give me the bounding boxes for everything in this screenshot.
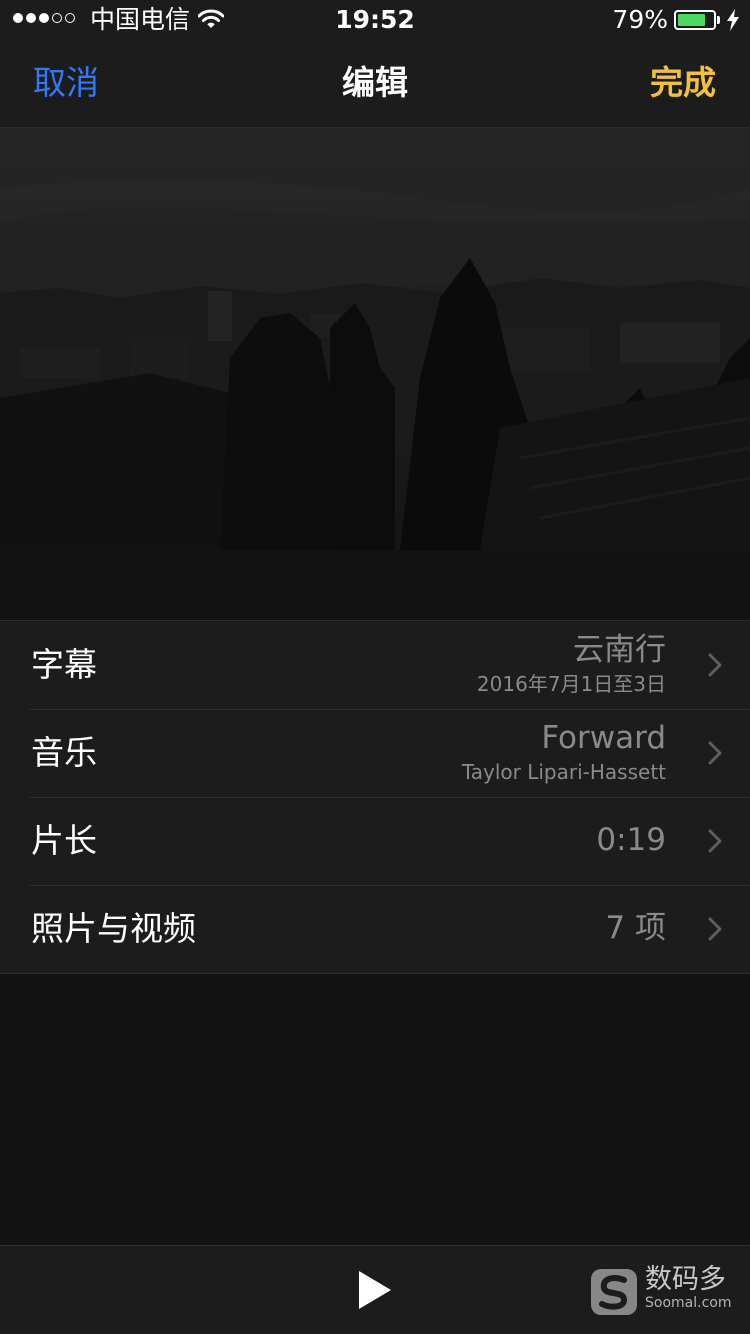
row-subtitle: Taylor Lipari-Hassett [461, 760, 666, 784]
charging-bolt-icon [726, 9, 740, 35]
chevron-right-icon [708, 829, 722, 857]
watermark: 数码多 Soomal.com [590, 1264, 740, 1320]
play-icon[interactable] [357, 1270, 393, 1310]
battery-icon [674, 10, 716, 30]
chevron-right-icon [708, 917, 722, 945]
chevron-right-icon [708, 741, 722, 769]
battery-percentage: 79% [612, 5, 668, 34]
watermark-site: Soomal.com [645, 1295, 732, 1311]
list-item-music[interactable]: 音乐 Forward Taylor Lipari-Hassett [0, 709, 750, 797]
row-value: 7 项 [605, 910, 666, 946]
battery-level-fill [678, 14, 705, 26]
list-item-title[interactable]: 字幕 云南行 2016年7月1日至3日 [0, 621, 750, 709]
battery-tip [717, 16, 720, 24]
row-label: 音乐 [31, 733, 97, 772]
row-value: 0:19 [596, 822, 666, 858]
navigation-bar: 取消 编辑 完成 [0, 40, 750, 128]
row-value: 云南行 [573, 632, 666, 668]
edit-options-list: 字幕 云南行 2016年7月1日至3日 音乐 Forward Taylor Li… [0, 620, 750, 974]
watermark-logo-icon [590, 1268, 638, 1320]
row-label: 照片与视频 [31, 909, 196, 948]
list-item-duration[interactable]: 片长 0:19 [0, 797, 750, 885]
row-subtitle: 2016年7月1日至3日 [476, 672, 666, 696]
bottom-toolbar: 数码多 Soomal.com [0, 1245, 750, 1334]
row-label: 字幕 [31, 645, 97, 684]
video-preview[interactable] [0, 128, 750, 550]
memory-edit-screen: 中国电信 19:52 79% 取消 编辑 完成 字幕 云南行 2016年7月1日… [0, 0, 750, 1334]
list-item-photos-videos[interactable]: 照片与视频 7 项 [0, 885, 750, 973]
chevron-right-icon [708, 653, 722, 681]
page-title: 编辑 [342, 63, 408, 102]
watermark-name: 数码多 [645, 1264, 726, 1295]
done-button[interactable]: 完成 [650, 62, 716, 104]
row-label: 片长 [31, 821, 97, 860]
status-bar: 中国电信 19:52 79% [0, 0, 750, 40]
row-value: Forward [541, 720, 666, 756]
